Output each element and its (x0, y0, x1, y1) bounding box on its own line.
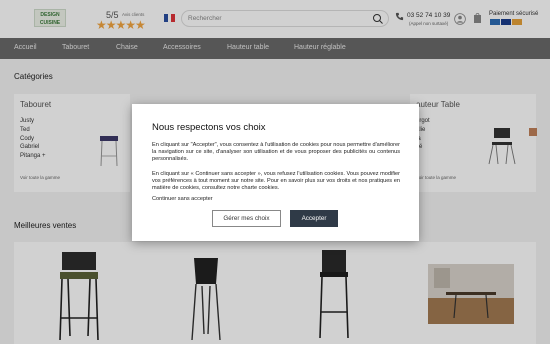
cookie-dialog-title: Nous respectons vos choix (152, 122, 266, 133)
cookie-dialog-text: En cliquant sur "Accepter", vous consent… (152, 142, 400, 163)
manage-choices-button[interactable]: Gérer mes choix (212, 210, 281, 227)
cookie-consent-dialog: Nous respectons vos choix En cliquant su… (132, 104, 419, 241)
cookie-dialog-text: En cliquant sur « Continuer sans accepte… (152, 171, 400, 192)
continue-without-accepting-link[interactable]: Continuer sans accepter (152, 196, 213, 202)
accept-button[interactable]: Accepter (290, 210, 338, 227)
